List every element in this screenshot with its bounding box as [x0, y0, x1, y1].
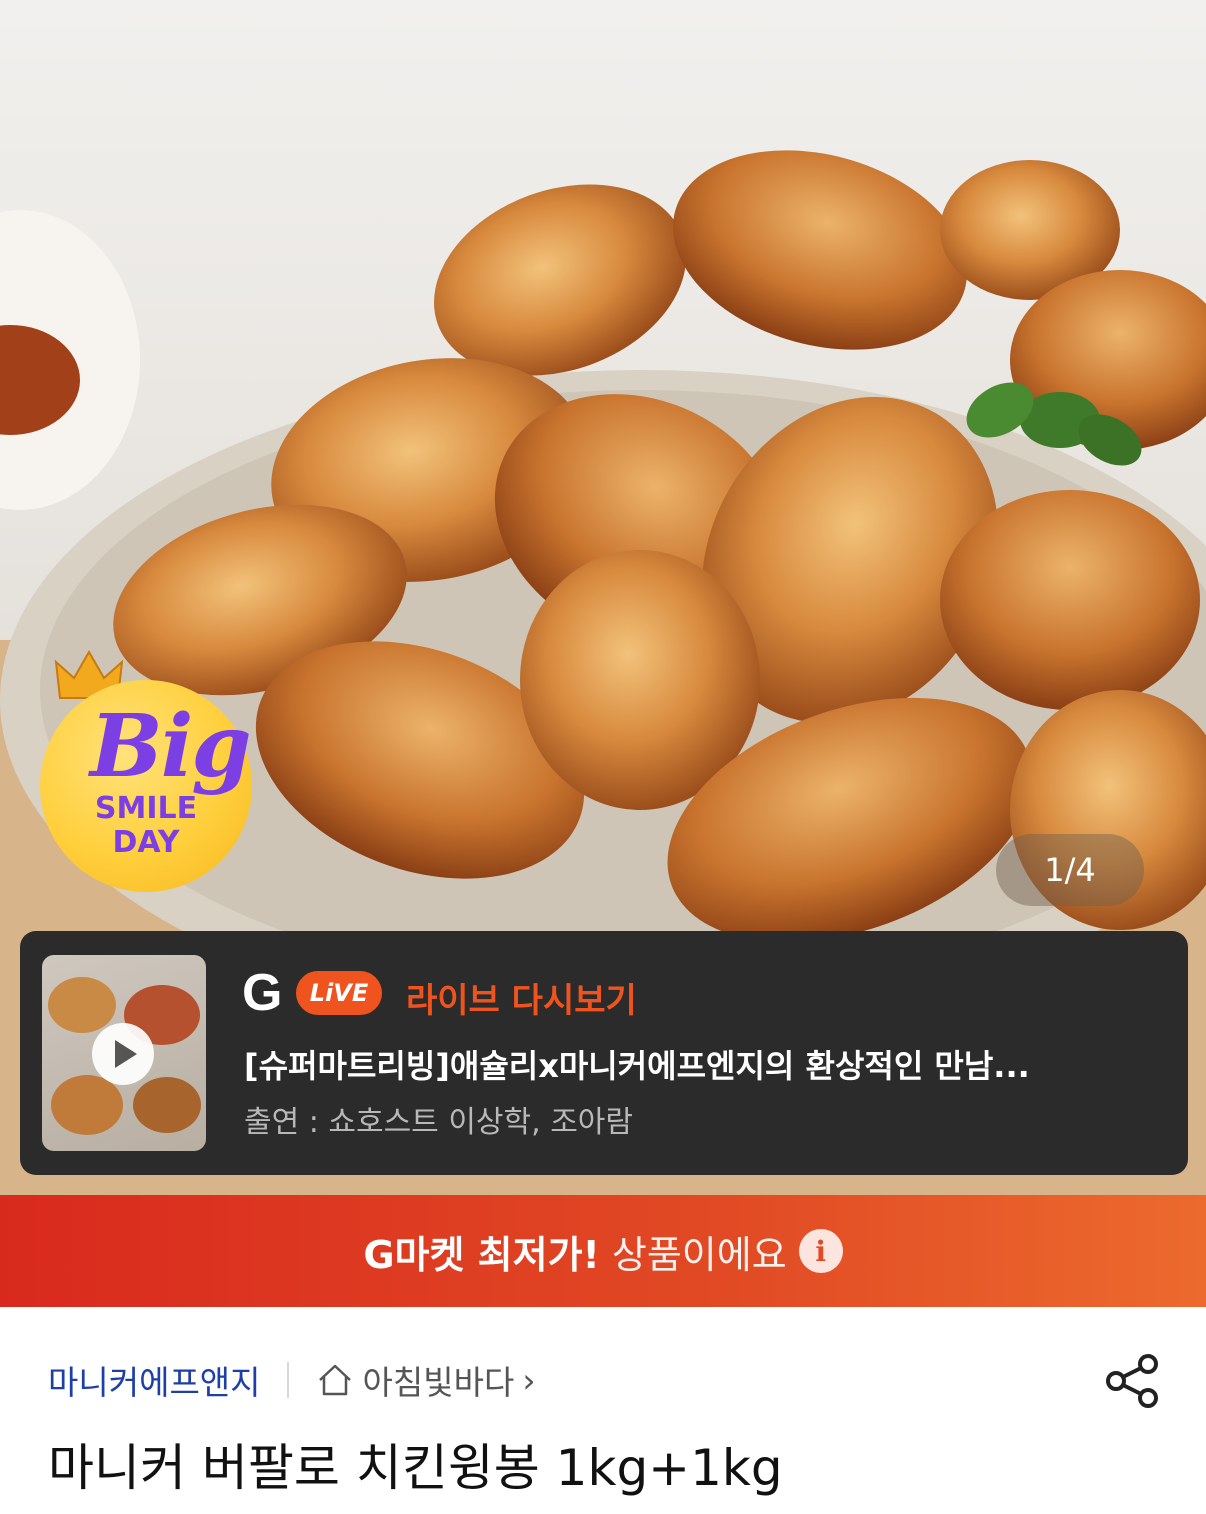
- image-page-indicator: 1/4: [996, 834, 1144, 906]
- live-replay-card[interactable]: G LiVE 라이브 다시보기 [슈퍼마트리빙]애슐리x마니커에프엔지의 환상적…: [20, 931, 1188, 1175]
- live-thumbnail[interactable]: [42, 955, 206, 1151]
- badge-smile-day-text: SMILE DAY: [40, 792, 252, 860]
- badge-line2: DAY: [112, 825, 180, 860]
- shop-link[interactable]: 아침빛바다 ›: [315, 1356, 536, 1404]
- brand-link[interactable]: 마니커에프앤지: [48, 1356, 261, 1404]
- badge-line1: SMILE: [94, 791, 198, 826]
- product-title: 마니커 버팔로 치킨윙봉 1kg+1kg: [48, 1439, 783, 1497]
- chevron-right-icon: ›: [522, 1360, 536, 1400]
- badge-big-text: Big: [90, 696, 251, 797]
- play-icon[interactable]: [92, 1023, 154, 1085]
- live-broadcast-title[interactable]: [슈퍼마트리빙]애슐리x마니커에프엔지의 환상적인 만남...: [244, 1041, 1144, 1087]
- share-icon[interactable]: [1104, 1352, 1162, 1410]
- big-smile-day-badge: Big SMILE DAY: [40, 649, 270, 892]
- live-cast-text: 출연 : 쇼호스트 이상학, 조아람: [244, 1105, 633, 1140]
- live-replay-label: 라이브 다시보기: [406, 981, 637, 1021]
- info-icon[interactable]: i: [798, 1229, 843, 1273]
- lowest-price-banner[interactable]: G마켓 최저가! 상품이에요 i: [0, 1195, 1206, 1307]
- promo-weak-text: 상품이에요: [611, 1232, 787, 1277]
- product-image-carousel[interactable]: Big SMILE DAY 1/4 G LiVE 라이브 다시보기 [슈퍼마트리…: [0, 0, 1206, 1195]
- live-badge: LiVE: [296, 971, 382, 1015]
- divider: [286, 1362, 289, 1398]
- shop-name: 아침빛바다: [362, 1363, 515, 1402]
- brand-shop-row: 마니커에프앤지 아침빛바다 ›: [48, 1352, 536, 1408]
- promo-strong-text: G마켓 최저가!: [363, 1232, 600, 1277]
- home-icon: [318, 1364, 351, 1396]
- gmarket-g-logo: G: [242, 964, 283, 1022]
